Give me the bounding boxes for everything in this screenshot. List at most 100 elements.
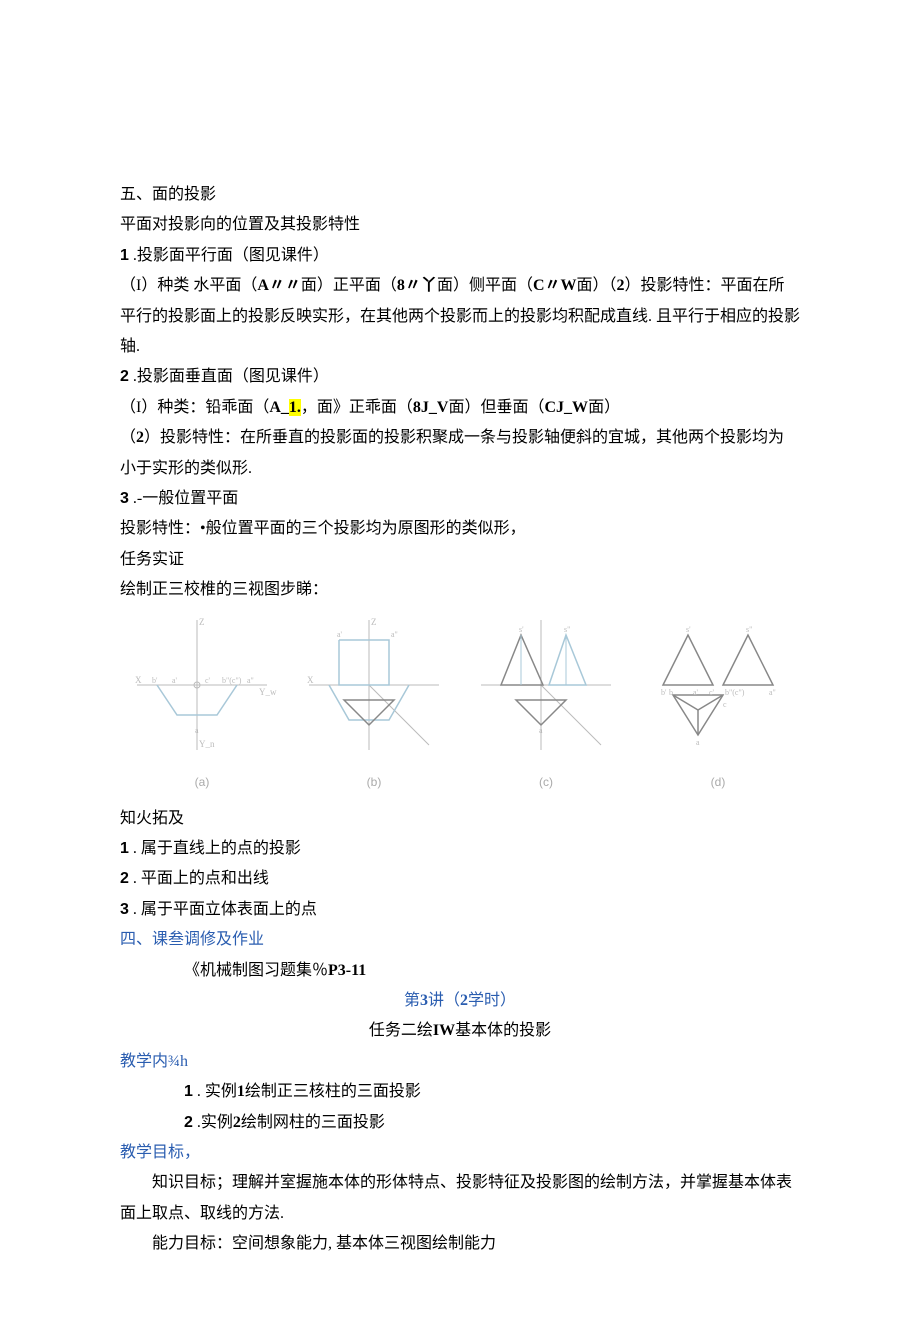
txt: . 实例: [193, 1083, 237, 1100]
item-1-num: 1: [120, 247, 129, 264]
svg-text:s": s": [564, 625, 570, 634]
item-3: 3 .-一般位置平面: [120, 484, 800, 514]
txt-bold: 2: [136, 429, 144, 446]
txt: 任务二绘: [369, 1022, 433, 1039]
projection-diagram-b-icon: Z X a' a": [299, 615, 449, 755]
txt: 第: [404, 992, 420, 1009]
teach-content-heading: 教学内¾h: [120, 1047, 800, 1077]
txt: 面）侧平面（: [437, 277, 533, 294]
txt: 面）（: [577, 277, 617, 294]
svg-text:c': c': [709, 688, 715, 697]
expand-1-text: . 属于直线上的点的投影: [129, 840, 301, 857]
svg-text:Z: Z: [199, 617, 205, 627]
item-1-body: （I）种类 水平面（A〃〃面）正平面（8〃丫面）侧平面（C〃W面）（2）投影特性…: [120, 271, 800, 362]
txt-bold: 2: [460, 992, 468, 1009]
item-3-title: .-一般位置平面: [129, 490, 238, 507]
item-3-body: 投影特性：•般位置平面的三个投影均为原图形的类似形，: [120, 514, 800, 544]
svg-text:a': a': [337, 630, 343, 639]
item-2: 2 .投影面垂直面（图见课件）: [120, 362, 800, 392]
txt: （I）种类 水平面（: [120, 277, 257, 294]
item-2-title: .投影面垂直面（图见课件）: [129, 368, 329, 385]
item-1: 1 .投影面平行面（图见课件）: [120, 241, 800, 271]
svg-text:s': s': [519, 625, 524, 634]
txt: 《机械制图习题集％: [184, 962, 328, 979]
diagram-d: s' s" b' a' c' b"(c") a" b c a (d): [636, 615, 800, 793]
item-2-line2: （2）投影特性：在所垂直的投影面的投影积聚成一条与投影轴便斜的宜城，其他两个投影…: [120, 423, 800, 484]
diagram-label-a: (a): [120, 771, 284, 794]
projection-diagram-c-icon: s' s" a: [471, 615, 621, 755]
txt: （: [120, 429, 136, 446]
diagram-label-b: (b): [292, 771, 456, 794]
txt: 面）: [588, 399, 620, 416]
document-page: 五、面的投影 平面对投影向的位置及其投影特性 1 .投影面平行面（图见课件） （…: [0, 0, 920, 1320]
svg-text:b"(c"): b"(c"): [222, 676, 242, 685]
task-verify-desc: 绘制正三校椎的三视图步睇：: [120, 575, 800, 605]
txt-bold: C〃W: [533, 277, 577, 294]
txt: ）投影特性：在所垂直的投影面的投影积聚成一条与投影轴便斜的宜城，其他两个投影均为…: [120, 429, 784, 476]
item-2-line1: （I）种类：铅乖面（A_1.，面》正乖面（8J_V面）但垂面（CJ_W面）: [120, 393, 800, 423]
expand-3-num: 3: [120, 901, 129, 918]
svg-text:c': c': [205, 676, 211, 685]
teach-goal-heading: 教学目标，: [120, 1138, 800, 1168]
svg-text:Y_w: Y_w: [259, 687, 277, 697]
task-verify-heading: 任务实证: [120, 545, 800, 575]
txt: .实例: [193, 1114, 233, 1131]
svg-text:c: c: [723, 700, 727, 709]
txt-bold: 3: [420, 992, 428, 1009]
projection-diagram-d-icon: s' s" b' a' c' b"(c") a" b c a: [643, 615, 793, 755]
item-1-title: .投影面平行面（图见课件）: [129, 247, 329, 264]
txt: ，面》正乖面（: [301, 399, 413, 416]
expand-3-text: . 属于平面立体表面上的点: [129, 901, 317, 918]
txt-bold: P3-11: [328, 962, 366, 979]
svg-text:a": a": [769, 688, 776, 697]
teach-content-item-2: 2 .实例2绘制网柱的三面投影: [120, 1108, 800, 1138]
txt: 面）但垂面（: [448, 399, 544, 416]
svg-text:Y_n: Y_n: [199, 739, 215, 749]
section-4-content: 《机械制图习题集％P3-11: [120, 956, 800, 986]
svg-text:a: a: [195, 726, 199, 735]
section-5-intro: 平面对投影向的位置及其投影特性: [120, 210, 800, 240]
expand-item-2: 2 . 平面上的点和出线: [120, 864, 800, 894]
svg-text:a: a: [696, 738, 700, 747]
item-3-num: 3: [120, 490, 129, 507]
svg-text:b"(c"): b"(c"): [725, 688, 745, 697]
tc-2-num: 2: [184, 1114, 193, 1131]
txt-bold: 2: [233, 1114, 241, 1131]
lecture-subtitle: 任务二绘IW基本体的投影: [120, 1016, 800, 1046]
txt-bold: CJ_W: [545, 399, 589, 416]
txt-bold: 2: [617, 277, 625, 294]
svg-text:b: b: [669, 688, 673, 697]
section-4-heading: 四、课叁调修及作业: [120, 925, 800, 955]
svg-text:a': a': [172, 676, 178, 685]
svg-text:a": a": [391, 630, 398, 639]
txt: 讲（: [428, 992, 460, 1009]
txt-highlight: 1.: [289, 399, 301, 416]
svg-text:a: a: [539, 726, 543, 735]
teach-goal-p1: 知识目标；理解并室握施本体的形体特点、投影特征及投影图的绘制方法，并掌握基本体表…: [120, 1168, 800, 1229]
teach-goal-p2: 能力目标：空间想象能力, 基本体三视图绘制能力: [120, 1229, 800, 1259]
diagram-label-c: (c): [464, 771, 628, 794]
expand-2-num: 2: [120, 870, 129, 887]
txt: 面）正平面（: [301, 277, 397, 294]
lecture-title: 第3讲（2学时）: [120, 986, 800, 1016]
projection-diagram-a-icon: Z X Y_w Y_n b' a' c' b"(c") a" a: [127, 615, 277, 755]
svg-text:Z: Z: [371, 617, 377, 627]
diagram-a: Z X Y_w Y_n b' a' c' b"(c") a" a (a): [120, 615, 284, 793]
svg-text:X: X: [135, 675, 142, 685]
diagram-c: s' s" a (c): [464, 615, 628, 793]
expand-item-1: 1 . 属于直线上的点的投影: [120, 834, 800, 864]
svg-text:X: X: [307, 675, 314, 685]
diagram-row: Z X Y_w Y_n b' a' c' b"(c") a" a (a) Z: [120, 615, 800, 793]
svg-text:b': b': [661, 688, 667, 697]
diagram-b: Z X a' a" (b): [292, 615, 456, 793]
txt: 学时）: [468, 992, 516, 1009]
section-5-heading: 五、面的投影: [120, 180, 800, 210]
txt: 绘制正三核柱的三面投影: [245, 1083, 421, 1100]
txt-bold: A_: [269, 399, 289, 416]
expand-1-num: 1: [120, 840, 129, 857]
diagram-label-d: (d): [636, 771, 800, 794]
expand-heading: 知火拓及: [120, 804, 800, 834]
txt-bold: 8〃丫: [397, 277, 437, 294]
svg-text:a": a": [247, 676, 254, 685]
txt-bold: IW: [433, 1022, 455, 1039]
